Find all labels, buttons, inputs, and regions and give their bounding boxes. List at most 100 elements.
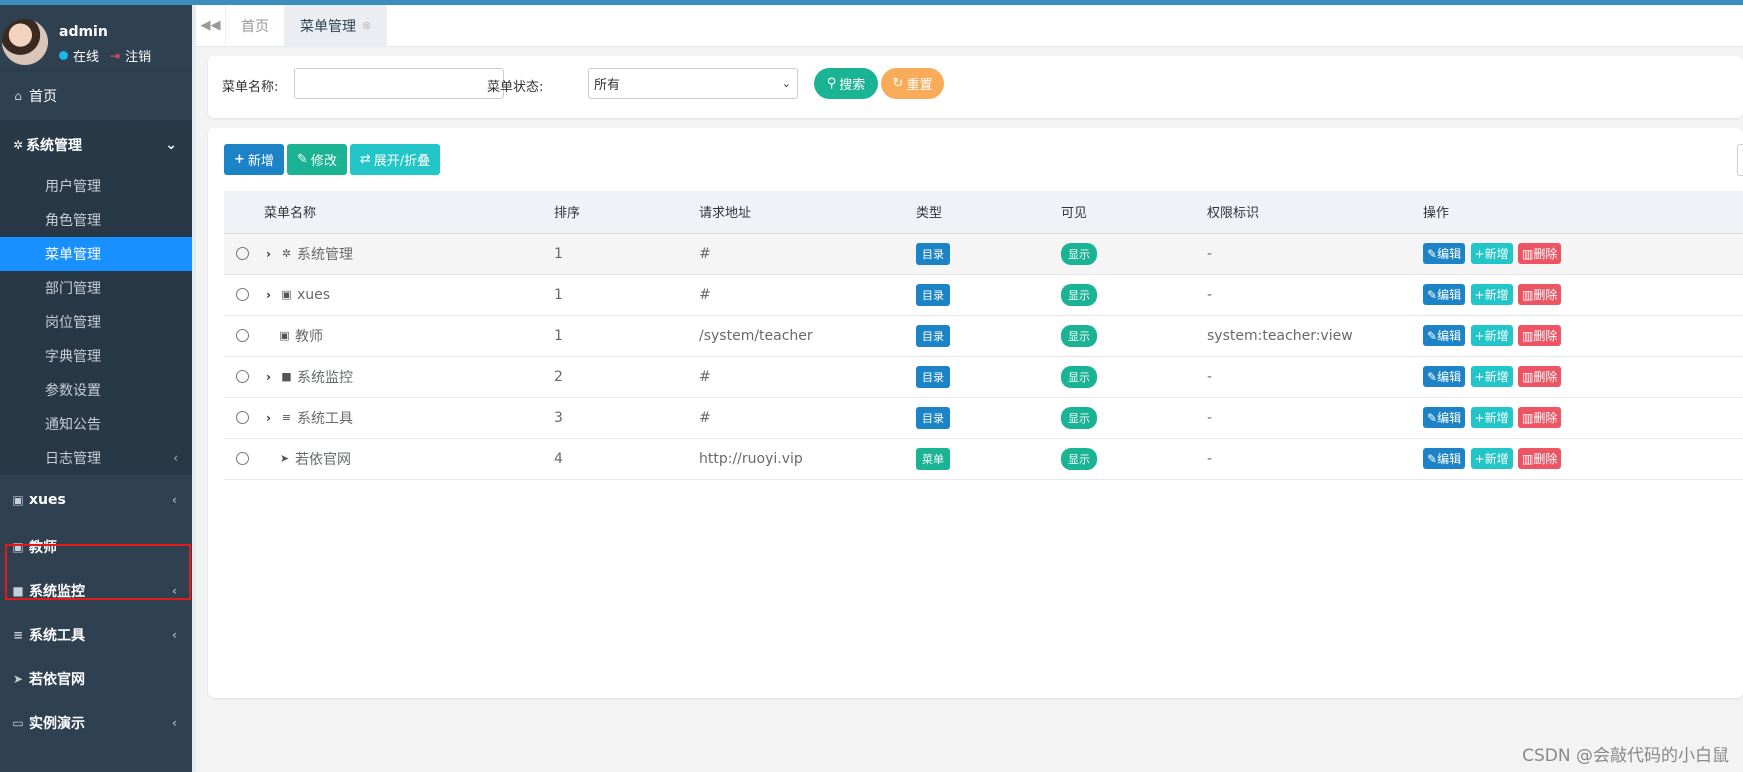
table-row[interactable]: ▣ 教师 1 /system/teacher 目录 显示 system:teac… — [224, 315, 1743, 357]
sidebar-subitem[interactable]: 日志管理 ‹ — [0, 441, 192, 475]
delete-row-button[interactable]: ▥删除 — [1518, 325, 1562, 346]
chevron-right-icon[interactable]: › — [266, 288, 276, 302]
edit-row-button[interactable]: ✎编辑 — [1423, 407, 1466, 428]
add-label: 新增 — [1484, 452, 1509, 466]
table-row[interactable]: › ▣ xues 1 # 目录 显示 - ✎编辑 +新增 ▥删除 — [224, 274, 1743, 316]
trash-icon: ▥ — [1522, 329, 1534, 343]
row-radio[interactable] — [236, 288, 249, 301]
chevron-left-icon: ‹ — [173, 451, 178, 465]
add-row-button[interactable]: +新增 — [1470, 284, 1513, 305]
edit-row-button[interactable]: ✎编辑 — [1423, 325, 1466, 346]
delete-row-button[interactable]: ▥删除 — [1518, 243, 1562, 264]
column-header[interactable]: 排序 — [554, 191, 699, 234]
menu-status-select[interactable]: 所有 ⌄ — [588, 68, 798, 99]
sidebar-subitem[interactable]: 部门管理 — [0, 271, 192, 305]
sidebar-item[interactable]: ▭ 实例演示 ‹ — [0, 701, 192, 745]
gear-icon: ✲ — [281, 247, 292, 260]
table-row[interactable]: › ✲ 系统管理 1 # 目录 显示 - ✎编辑 +新增 ▥删除 — [224, 233, 1743, 275]
table-header-row: 菜单名称 排序 请求地址 类型 可见 权限标识 操作 — [224, 191, 1743, 234]
sidebar-item[interactable]: ■ 系统监控 ‹ — [0, 569, 192, 613]
edit-label: 编辑 — [1437, 329, 1462, 343]
bars-icon: ≡ — [12, 628, 24, 642]
sidebar-item[interactable]: ➤ 若依官网 — [0, 657, 192, 701]
sidebar-subitem[interactable]: 菜单管理 — [0, 237, 192, 271]
row-select-cell — [224, 274, 264, 316]
tab-menu-management[interactable]: 菜单管理 ⊗ — [285, 5, 388, 46]
sidebar-item-label: 角色管理 — [45, 213, 101, 229]
logout-link[interactable]: 注销 — [125, 46, 151, 65]
chevron-right-icon[interactable]: › — [266, 370, 276, 384]
delete-row-button[interactable]: ▥删除 — [1518, 448, 1562, 469]
actions-cell: ✎编辑 +新增 ▥删除 — [1423, 315, 1743, 357]
sidebar-item[interactable]: ▣ 教师 — [0, 525, 192, 569]
sidebar-item-label: 岗位管理 — [45, 315, 101, 331]
add-row-button[interactable]: +新增 — [1470, 325, 1513, 346]
edit-row-button[interactable]: ✎编辑 — [1423, 243, 1466, 264]
column-header[interactable]: 菜单名称 — [264, 191, 554, 234]
sidebar-subitem[interactable]: 角色管理 — [0, 203, 192, 237]
delete-row-button[interactable]: ▥删除 — [1518, 407, 1562, 428]
menu-name-input[interactable] — [294, 68, 504, 99]
sidebar-subitem[interactable]: 参数设置 — [0, 373, 192, 407]
close-icon[interactable]: ⊗ — [362, 19, 371, 32]
row-radio[interactable] — [236, 452, 249, 465]
column-header[interactable]: 类型 — [916, 191, 1061, 234]
column-header[interactable]: 可见 — [1061, 191, 1207, 234]
expand-collapse-button[interactable]: ⇄ 展开/折叠 — [349, 144, 441, 175]
delete-row-button[interactable]: ▥删除 — [1518, 366, 1562, 387]
user-name: admin — [59, 24, 108, 40]
sidebar-subitem[interactable]: 用户管理 — [0, 169, 192, 203]
sidebar-item-label: 字典管理 — [45, 349, 101, 365]
trash-icon: ▥ — [1522, 452, 1534, 466]
chevron-left-icon: ‹ — [172, 584, 177, 598]
sidebar-subitem[interactable]: 通知公告 — [0, 407, 192, 441]
add-row-button[interactable]: +新增 — [1470, 243, 1513, 264]
sidebar-divider — [192, 5, 196, 772]
row-radio[interactable] — [236, 370, 249, 383]
column-header[interactable]: 请求地址 — [699, 191, 916, 234]
row-radio[interactable] — [236, 329, 249, 342]
reset-button[interactable]: ↻ 重置 — [881, 68, 944, 99]
visible-cell: 显示 — [1061, 438, 1207, 480]
chevron-right-icon[interactable]: › — [266, 247, 276, 261]
edit-label: 编辑 — [1437, 452, 1462, 466]
add-button[interactable]: + 新增 — [224, 144, 284, 175]
add-row-button[interactable]: +新增 — [1470, 448, 1513, 469]
sign-out-icon: ⇥ — [110, 48, 121, 63]
sidebar-item-home[interactable]: ⌂ 首页 — [0, 71, 192, 120]
chevron-right-icon[interactable]: › — [266, 411, 276, 425]
sidebar-subitem[interactable]: 字典管理 — [0, 339, 192, 373]
sidebar-subitem[interactable]: 岗位管理 — [0, 305, 192, 339]
type-badge: 目录 — [916, 406, 950, 429]
type-cell: 目录 — [916, 315, 1061, 357]
tab-home[interactable]: 首页 — [226, 5, 285, 46]
perm-cell: - — [1207, 356, 1423, 398]
row-select-cell — [224, 397, 264, 439]
sidebar-item-label: 用户管理 — [45, 179, 101, 195]
sidebar-group-system[interactable]: ✲ 系统管理 ⌄ — [0, 120, 192, 169]
table-row[interactable]: › ■ 系统监控 2 # 目录 显示 - ✎编辑 +新增 ▥删除 — [224, 356, 1743, 398]
sidebar-item-label: 若依官网 — [29, 672, 85, 688]
delete-row-button[interactable]: ▥删除 — [1518, 284, 1562, 305]
column-header[interactable]: 权限标识 — [1207, 191, 1423, 234]
add-row-button[interactable]: +新增 — [1470, 407, 1513, 428]
sidebar-item-label: 通知公告 — [45, 417, 101, 433]
add-row-button[interactable]: +新增 — [1470, 366, 1513, 387]
edit-row-button[interactable]: ✎编辑 — [1423, 284, 1466, 305]
column-toggle-button[interactable] — [1737, 144, 1743, 176]
avatar[interactable] — [2, 19, 48, 65]
sidebar-item-label: 菜单管理 — [45, 247, 101, 263]
row-radio[interactable] — [236, 247, 249, 260]
edit-row-button[interactable]: ✎编辑 — [1423, 448, 1466, 469]
edit-row-button[interactable]: ✎编辑 — [1423, 366, 1466, 387]
row-radio[interactable] — [236, 411, 249, 424]
search-button[interactable]: ⚲ 搜索 — [814, 68, 878, 99]
table-row[interactable]: › ≡ 系统工具 3 # 目录 显示 - ✎编辑 +新增 ▥删除 — [224, 397, 1743, 439]
menu-name: xues — [297, 286, 331, 303]
table-row[interactable]: ➤ 若依官网 4 http://ruoyi.vip 菜单 显示 - ✎编辑 +新… — [224, 438, 1743, 480]
sidebar-item[interactable]: ▣ xues ‹ — [0, 475, 192, 525]
tab-scroll-left-button[interactable]: ◀◀ — [196, 5, 226, 46]
edit-button[interactable]: ✎ 修改 — [286, 144, 347, 175]
sidebar-item-label: 日志管理 — [45, 451, 101, 467]
sidebar-item[interactable]: ≡ 系统工具 ‹ — [0, 613, 192, 657]
